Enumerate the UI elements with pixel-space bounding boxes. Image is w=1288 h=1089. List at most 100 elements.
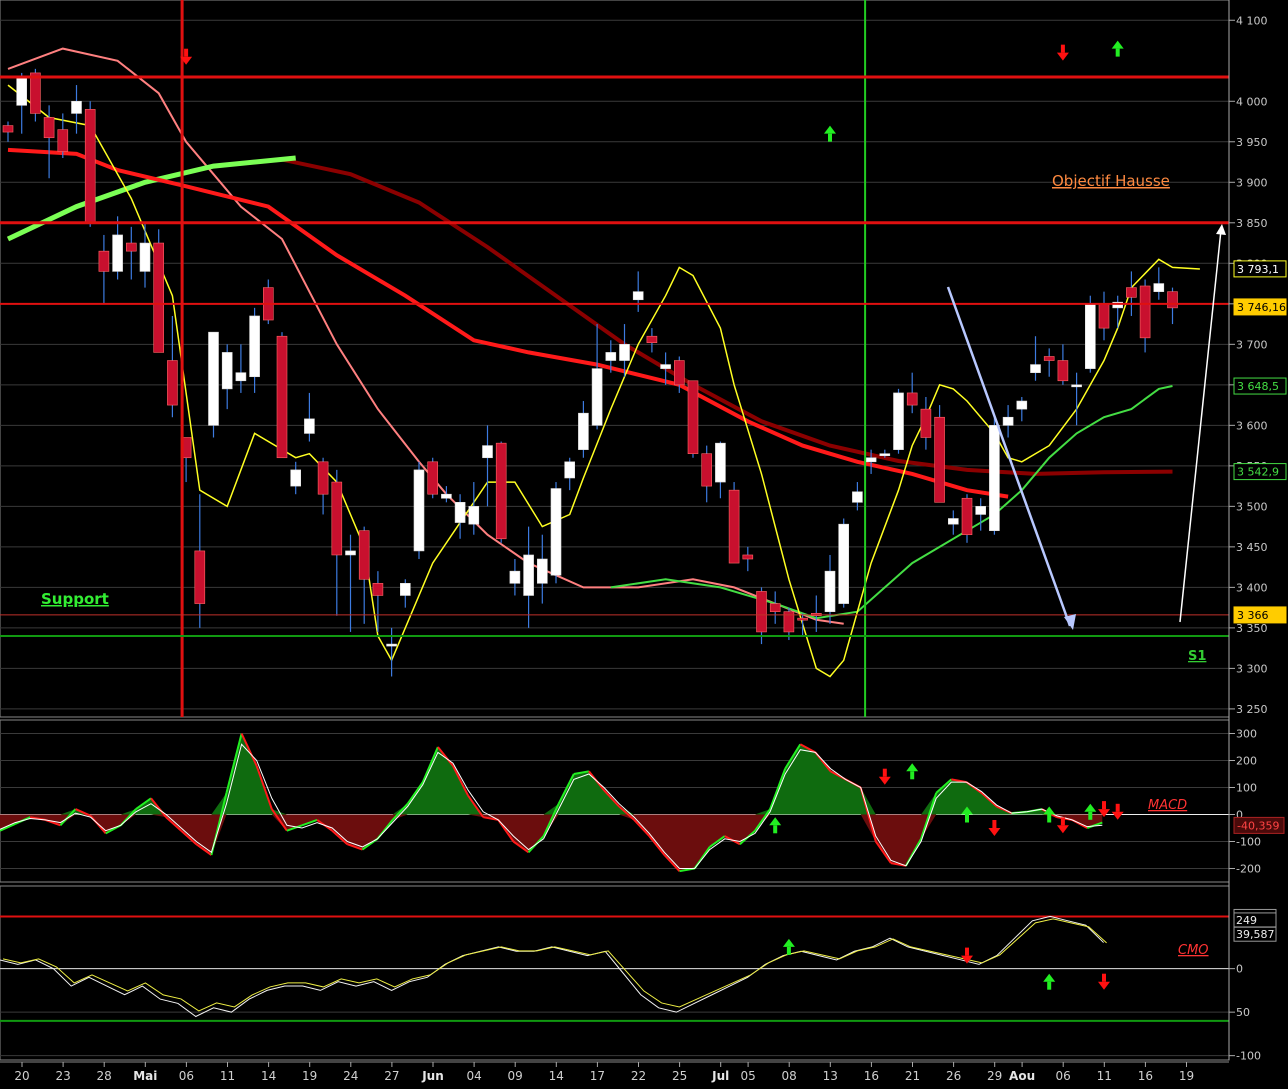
candle-body bbox=[578, 412, 589, 450]
candle-body bbox=[632, 291, 644, 301]
candle-body bbox=[687, 380, 699, 454]
down-arrow-stem bbox=[1060, 44, 1065, 53]
x-tick-label: 14 bbox=[549, 1069, 564, 1083]
up-arrow-stem bbox=[1047, 981, 1052, 990]
up-arrow-stem bbox=[1115, 48, 1120, 57]
candle-body bbox=[550, 488, 562, 576]
candle-body bbox=[71, 100, 82, 114]
down-arrow-stem bbox=[184, 48, 189, 57]
candle-body bbox=[756, 591, 767, 633]
y-tick-label: 4 100 bbox=[1236, 14, 1268, 27]
down-arrow-stem bbox=[1102, 801, 1106, 810]
y-tick-label: 3 350 bbox=[1236, 622, 1268, 635]
candle-body bbox=[715, 442, 726, 483]
up-arrow-stem bbox=[828, 133, 832, 142]
candle-body bbox=[934, 416, 945, 503]
x-tick-label: 23 bbox=[55, 1069, 70, 1083]
y-tick-label: 3 600 bbox=[1236, 419, 1268, 432]
x-tick-label: 29 bbox=[987, 1069, 1002, 1083]
candle-body bbox=[824, 570, 836, 612]
x-tick-label: 24 bbox=[343, 1069, 358, 1083]
y-tick-label: 4 000 bbox=[1236, 95, 1268, 108]
candle-body bbox=[879, 453, 891, 456]
candle-body bbox=[742, 554, 754, 560]
candle-body bbox=[331, 481, 343, 556]
y-tick-label: -100 bbox=[1236, 836, 1261, 849]
x-tick-label: 11 bbox=[220, 1069, 235, 1083]
candle-body bbox=[646, 335, 658, 344]
x-tick-label: 19 bbox=[1179, 1069, 1194, 1083]
candle-body bbox=[852, 491, 863, 503]
x-tick-label: 04 bbox=[466, 1069, 481, 1083]
cmo-badge-value: 249 bbox=[1236, 914, 1257, 927]
cmo-label: CMO bbox=[1178, 943, 1209, 958]
candle-body bbox=[1098, 303, 1110, 329]
objective-label: Objectif Hausse bbox=[1052, 172, 1170, 190]
x-tick-label: 16 bbox=[864, 1069, 879, 1083]
candle-body bbox=[126, 242, 137, 252]
y-tick-label: 0 bbox=[1236, 963, 1243, 976]
cmo-badge-value: 39,587 bbox=[1236, 928, 1275, 941]
candle-body bbox=[1139, 285, 1151, 339]
x-tick-label: 13 bbox=[823, 1069, 838, 1083]
x-tick-label: Aou bbox=[1009, 1069, 1035, 1083]
candle-body bbox=[304, 418, 315, 434]
candle-body bbox=[208, 331, 219, 426]
candle-body bbox=[1002, 416, 1014, 426]
y-tick-label: 200 bbox=[1236, 755, 1257, 768]
x-tick-label: 17 bbox=[590, 1069, 605, 1083]
candle-body bbox=[139, 242, 151, 272]
x-tick-label: 22 bbox=[631, 1069, 646, 1083]
candle-body bbox=[30, 72, 41, 114]
candle-body bbox=[441, 493, 452, 499]
x-tick-label: 26 bbox=[946, 1069, 961, 1083]
candle-body bbox=[413, 469, 425, 552]
candle-body bbox=[591, 368, 603, 426]
y-tick-label: 100 bbox=[1236, 782, 1257, 795]
candle-body bbox=[290, 469, 302, 487]
candle-body bbox=[194, 550, 206, 604]
y-tick-label: 50 bbox=[1236, 1006, 1250, 1019]
candle-body bbox=[523, 554, 534, 596]
candle-body bbox=[564, 461, 576, 479]
x-tick-label: 05 bbox=[740, 1069, 755, 1083]
candle-body bbox=[43, 117, 55, 139]
up-arrow-stem bbox=[965, 814, 969, 823]
x-tick-label: 06 bbox=[179, 1069, 194, 1083]
candle-body bbox=[797, 617, 808, 621]
candle-body bbox=[153, 242, 164, 353]
candle-body bbox=[167, 360, 178, 406]
candle-body bbox=[1057, 360, 1069, 382]
candle-body bbox=[1126, 287, 1137, 298]
price-badge-value: 3 366 bbox=[1237, 609, 1269, 622]
candle-body bbox=[660, 364, 671, 369]
s1-label: S1 bbox=[1188, 649, 1206, 664]
support-label: Support bbox=[41, 590, 109, 608]
x-tick-label: 25 bbox=[672, 1069, 687, 1083]
up-arrow-stem bbox=[773, 825, 778, 834]
candle-body bbox=[865, 457, 877, 463]
candle-body bbox=[317, 461, 329, 495]
down-arrow-stem bbox=[1060, 817, 1065, 826]
candle-body bbox=[893, 392, 904, 450]
x-tick-label: 08 bbox=[782, 1069, 797, 1083]
x-tick-label: 27 bbox=[384, 1069, 399, 1083]
candle-body bbox=[276, 335, 288, 459]
y-tick-label: 3 400 bbox=[1236, 581, 1268, 594]
x-tick-label: Jun bbox=[421, 1069, 444, 1083]
candle-body bbox=[98, 250, 110, 272]
candle-body bbox=[1043, 356, 1055, 361]
candle-body bbox=[235, 372, 247, 382]
candle-body bbox=[961, 497, 973, 536]
candle-body bbox=[427, 461, 439, 495]
candle-body bbox=[906, 392, 918, 406]
candle-body bbox=[1016, 400, 1028, 410]
chart-svg: 4 1004 0003 9503 9003 8503 8003 7503 700… bbox=[0, 0, 1288, 1089]
candle-body bbox=[989, 425, 1000, 531]
x-tick-label: 16 bbox=[1138, 1069, 1153, 1083]
candle-body bbox=[1085, 303, 1096, 369]
down-arrow-stem bbox=[965, 947, 969, 956]
x-tick-label: 11 bbox=[1097, 1069, 1112, 1083]
candle-body bbox=[701, 453, 713, 487]
candle-body bbox=[454, 502, 466, 523]
